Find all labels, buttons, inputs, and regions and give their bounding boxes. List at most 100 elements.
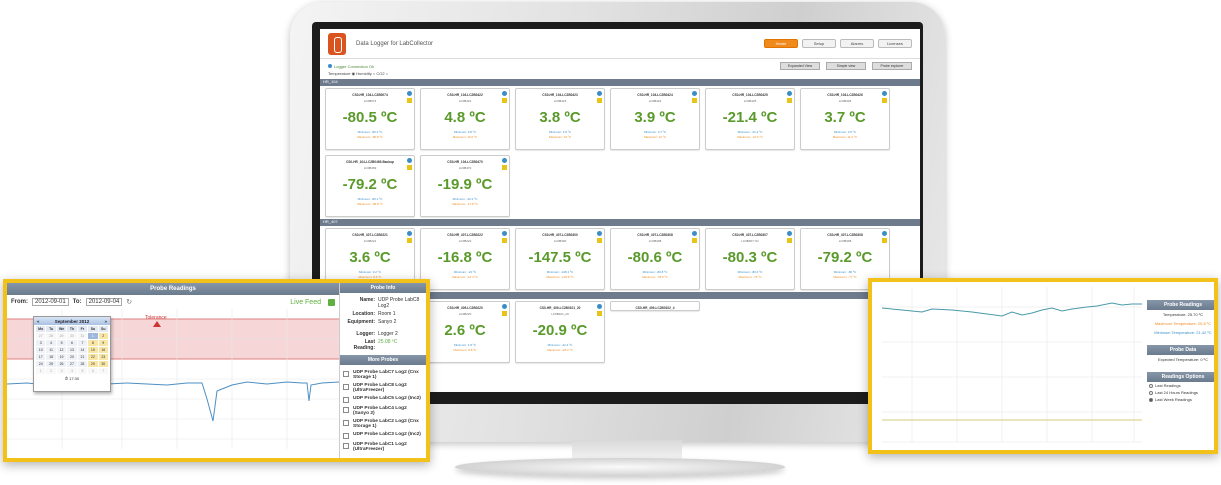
calendar-day[interactable]: 25 <box>46 361 56 367</box>
live-feed-link[interactable]: Live Feed <box>290 299 321 306</box>
info-icon[interactable] <box>502 231 507 236</box>
readings-option[interactable]: Last Readings <box>1147 382 1214 389</box>
to-date-input[interactable]: 2012-09-04 <box>85 298 123 306</box>
alert-icon[interactable] <box>597 238 602 243</box>
date-picker-calendar[interactable]: « September 2012 » Mo Tu We Th Fr Sa Su 27 28 29 3… <box>33 316 111 392</box>
probe-checkbox[interactable] <box>343 433 349 439</box>
calendar-time[interactable]: ⏱ 17:30 <box>34 376 110 381</box>
calendar-day[interactable]: 17 <box>36 354 46 360</box>
calendar-prev-icon[interactable]: « <box>37 319 40 324</box>
calendar-day[interactable]: 27 <box>36 333 46 339</box>
calendar-day[interactable]: 11 <box>46 347 56 353</box>
probe-card[interactable]: CS0-HR_407-LC2B0222 LC0B222 -16.8 ºC Minimu… <box>420 228 510 290</box>
more-probe-item[interactable]: UDP Probe LabC2 Log2 (Cnx Storage 1) <box>343 419 423 429</box>
info-icon[interactable] <box>407 91 412 96</box>
alert-icon[interactable] <box>597 311 602 316</box>
info-icon[interactable] <box>597 304 602 309</box>
readings-option[interactable]: Last Week Readings <box>1147 396 1214 403</box>
expanded-view-button[interactable]: Expanded View <box>780 62 820 70</box>
probe-card[interactable]: CS0-HR_104-LC2B0422 LC0B422 4.8 ºC Minimum:… <box>420 88 510 150</box>
calendar-day[interactable]: 9 <box>98 340 108 346</box>
calendar-next-icon[interactable]: » <box>104 319 107 324</box>
probe-checkbox[interactable] <box>343 407 349 413</box>
calendar-day[interactable]: 3 <box>56 368 67 374</box>
alert-icon[interactable] <box>502 98 507 103</box>
calendar-day[interactable]: 30 <box>67 333 77 339</box>
calendar-day[interactable]: 18 <box>46 354 56 360</box>
probe-card[interactable]: CS0-HR_104-LC2B0424 LC0B424 3.9 ºC Minimum:… <box>610 88 700 150</box>
calendar-day[interactable]: 21 <box>77 354 88 360</box>
more-probe-item[interactable]: UDP Probe LabC8 Log2 (UltraFreezer) <box>343 383 423 393</box>
calendar-day[interactable]: 20 <box>67 354 77 360</box>
calendar-day[interactable]: 1 <box>36 368 46 374</box>
info-icon[interactable] <box>502 304 507 309</box>
info-icon[interactable] <box>692 91 697 96</box>
option-radio[interactable] <box>1149 397 1153 402</box>
readings-option[interactable]: Last 24 Hours Readings <box>1147 389 1214 396</box>
probe-card[interactable]: CS0-HR_104-LC2B0469-Backup LC0B469 -79.2 º… <box>325 155 415 217</box>
alert-icon[interactable] <box>787 238 792 243</box>
calendar-day[interactable]: 29 <box>56 333 67 339</box>
alert-icon[interactable] <box>692 238 697 243</box>
more-probe-item[interactable]: UDP Probe LabC1 Log2 (UltraFreezer) <box>343 442 423 452</box>
calendar-day[interactable]: 27 <box>67 361 77 367</box>
calendar-day[interactable]: 3 <box>36 340 46 346</box>
calendar-day[interactable]: 6 <box>88 368 98 374</box>
probe-card[interactable]: CS0-HR_409-LC2B0220 LC0B220 2.6 ºC Minimum:… <box>420 301 510 363</box>
live-feed-icon[interactable] <box>328 298 335 306</box>
nav-setup-button[interactable]: Setup <box>802 39 836 48</box>
alert-icon[interactable] <box>692 98 697 103</box>
probe-card[interactable]: CS0-HR_409-LC2B0102_4 <box>610 301 700 311</box>
probe-card[interactable]: CS0-HR_104-LC2B0470 LC0B470 -19.9 ºC Minimu… <box>420 155 510 217</box>
info-icon[interactable] <box>787 231 792 236</box>
probe-card[interactable]: CS0-HR_104-LC2B0426 LC0B426 3.7 ºC Minimum:… <box>800 88 890 150</box>
calendar-day[interactable]: 28 <box>77 361 88 367</box>
info-icon[interactable] <box>407 231 412 236</box>
calendar-day[interactable]: 2 <box>98 333 108 339</box>
calendar-day[interactable]: 1 <box>88 333 98 339</box>
calendar-day[interactable]: 24 <box>36 361 46 367</box>
calendar-day[interactable]: 4 <box>67 368 77 374</box>
calendar-day[interactable]: 6 <box>67 340 77 346</box>
probe-checkbox[interactable] <box>343 371 349 377</box>
more-probe-item[interactable]: UDP Probe LabC7 Log2 (Cnx Storage 1) <box>343 370 423 380</box>
refresh-icon[interactable]: ↻ <box>126 298 132 306</box>
alert-icon[interactable] <box>597 98 602 103</box>
measure-toggle[interactable]: Temperature ◉ Humidity ○ CO2 ○ <box>320 70 920 77</box>
alert-icon[interactable] <box>502 238 507 243</box>
more-probe-item[interactable]: UDP Probe LabC4 Log2 (Sanyo 2) <box>343 406 423 416</box>
calendar-day[interactable]: 23 <box>98 354 108 360</box>
info-icon[interactable] <box>502 91 507 96</box>
probe-checkbox[interactable] <box>343 420 349 426</box>
more-probe-item[interactable]: UDP Probe LabC5 Log2 (Inc2) <box>343 396 423 403</box>
probe-card[interactable]: CS0-HR_407-LC2B0300 LC0B300 -147.5 ºC Minim… <box>515 228 605 290</box>
alert-icon[interactable] <box>882 98 887 103</box>
calendar-day[interactable]: 14 <box>77 347 88 353</box>
probe-card[interactable]: CS0-HR_407-LC2B0307 LC0B307 Nrr -80.3 ºC Mi… <box>705 228 795 290</box>
alert-icon[interactable] <box>407 165 412 170</box>
alert-icon[interactable] <box>502 311 507 316</box>
simple-view-button[interactable]: Simple view <box>826 62 866 70</box>
nav-alarms-button[interactable]: Alarms <box>840 39 874 48</box>
info-icon[interactable] <box>692 231 697 236</box>
alert-icon[interactable] <box>502 165 507 170</box>
info-icon[interactable] <box>597 231 602 236</box>
alert-icon[interactable] <box>787 98 792 103</box>
calendar-day[interactable]: 12 <box>56 347 67 353</box>
calendar-day[interactable]: 10 <box>36 347 46 353</box>
nav-licenses-button[interactable]: Licenses <box>878 39 912 48</box>
calendar-day[interactable]: 7 <box>77 340 88 346</box>
alert-icon[interactable] <box>882 238 887 243</box>
info-icon[interactable] <box>597 91 602 96</box>
calendar-day[interactable]: 2 <box>46 368 56 374</box>
probe-checkbox[interactable] <box>343 384 349 390</box>
calendar-day[interactable]: 22 <box>88 354 98 360</box>
probe-card[interactable]: CS0-HR_409-LC2B0101_20 LC0B101_20 -20.9 ºC… <box>515 301 605 363</box>
calendar-day[interactable]: 29 <box>88 361 98 367</box>
info-icon[interactable] <box>502 158 507 163</box>
more-probe-item[interactable]: UDP Probe LabC3 Log2 (Inc2) <box>343 432 423 439</box>
calendar-day[interactable]: 31 <box>77 333 88 339</box>
info-icon[interactable] <box>407 158 412 163</box>
option-radio[interactable] <box>1149 390 1153 395</box>
info-icon[interactable] <box>787 91 792 96</box>
